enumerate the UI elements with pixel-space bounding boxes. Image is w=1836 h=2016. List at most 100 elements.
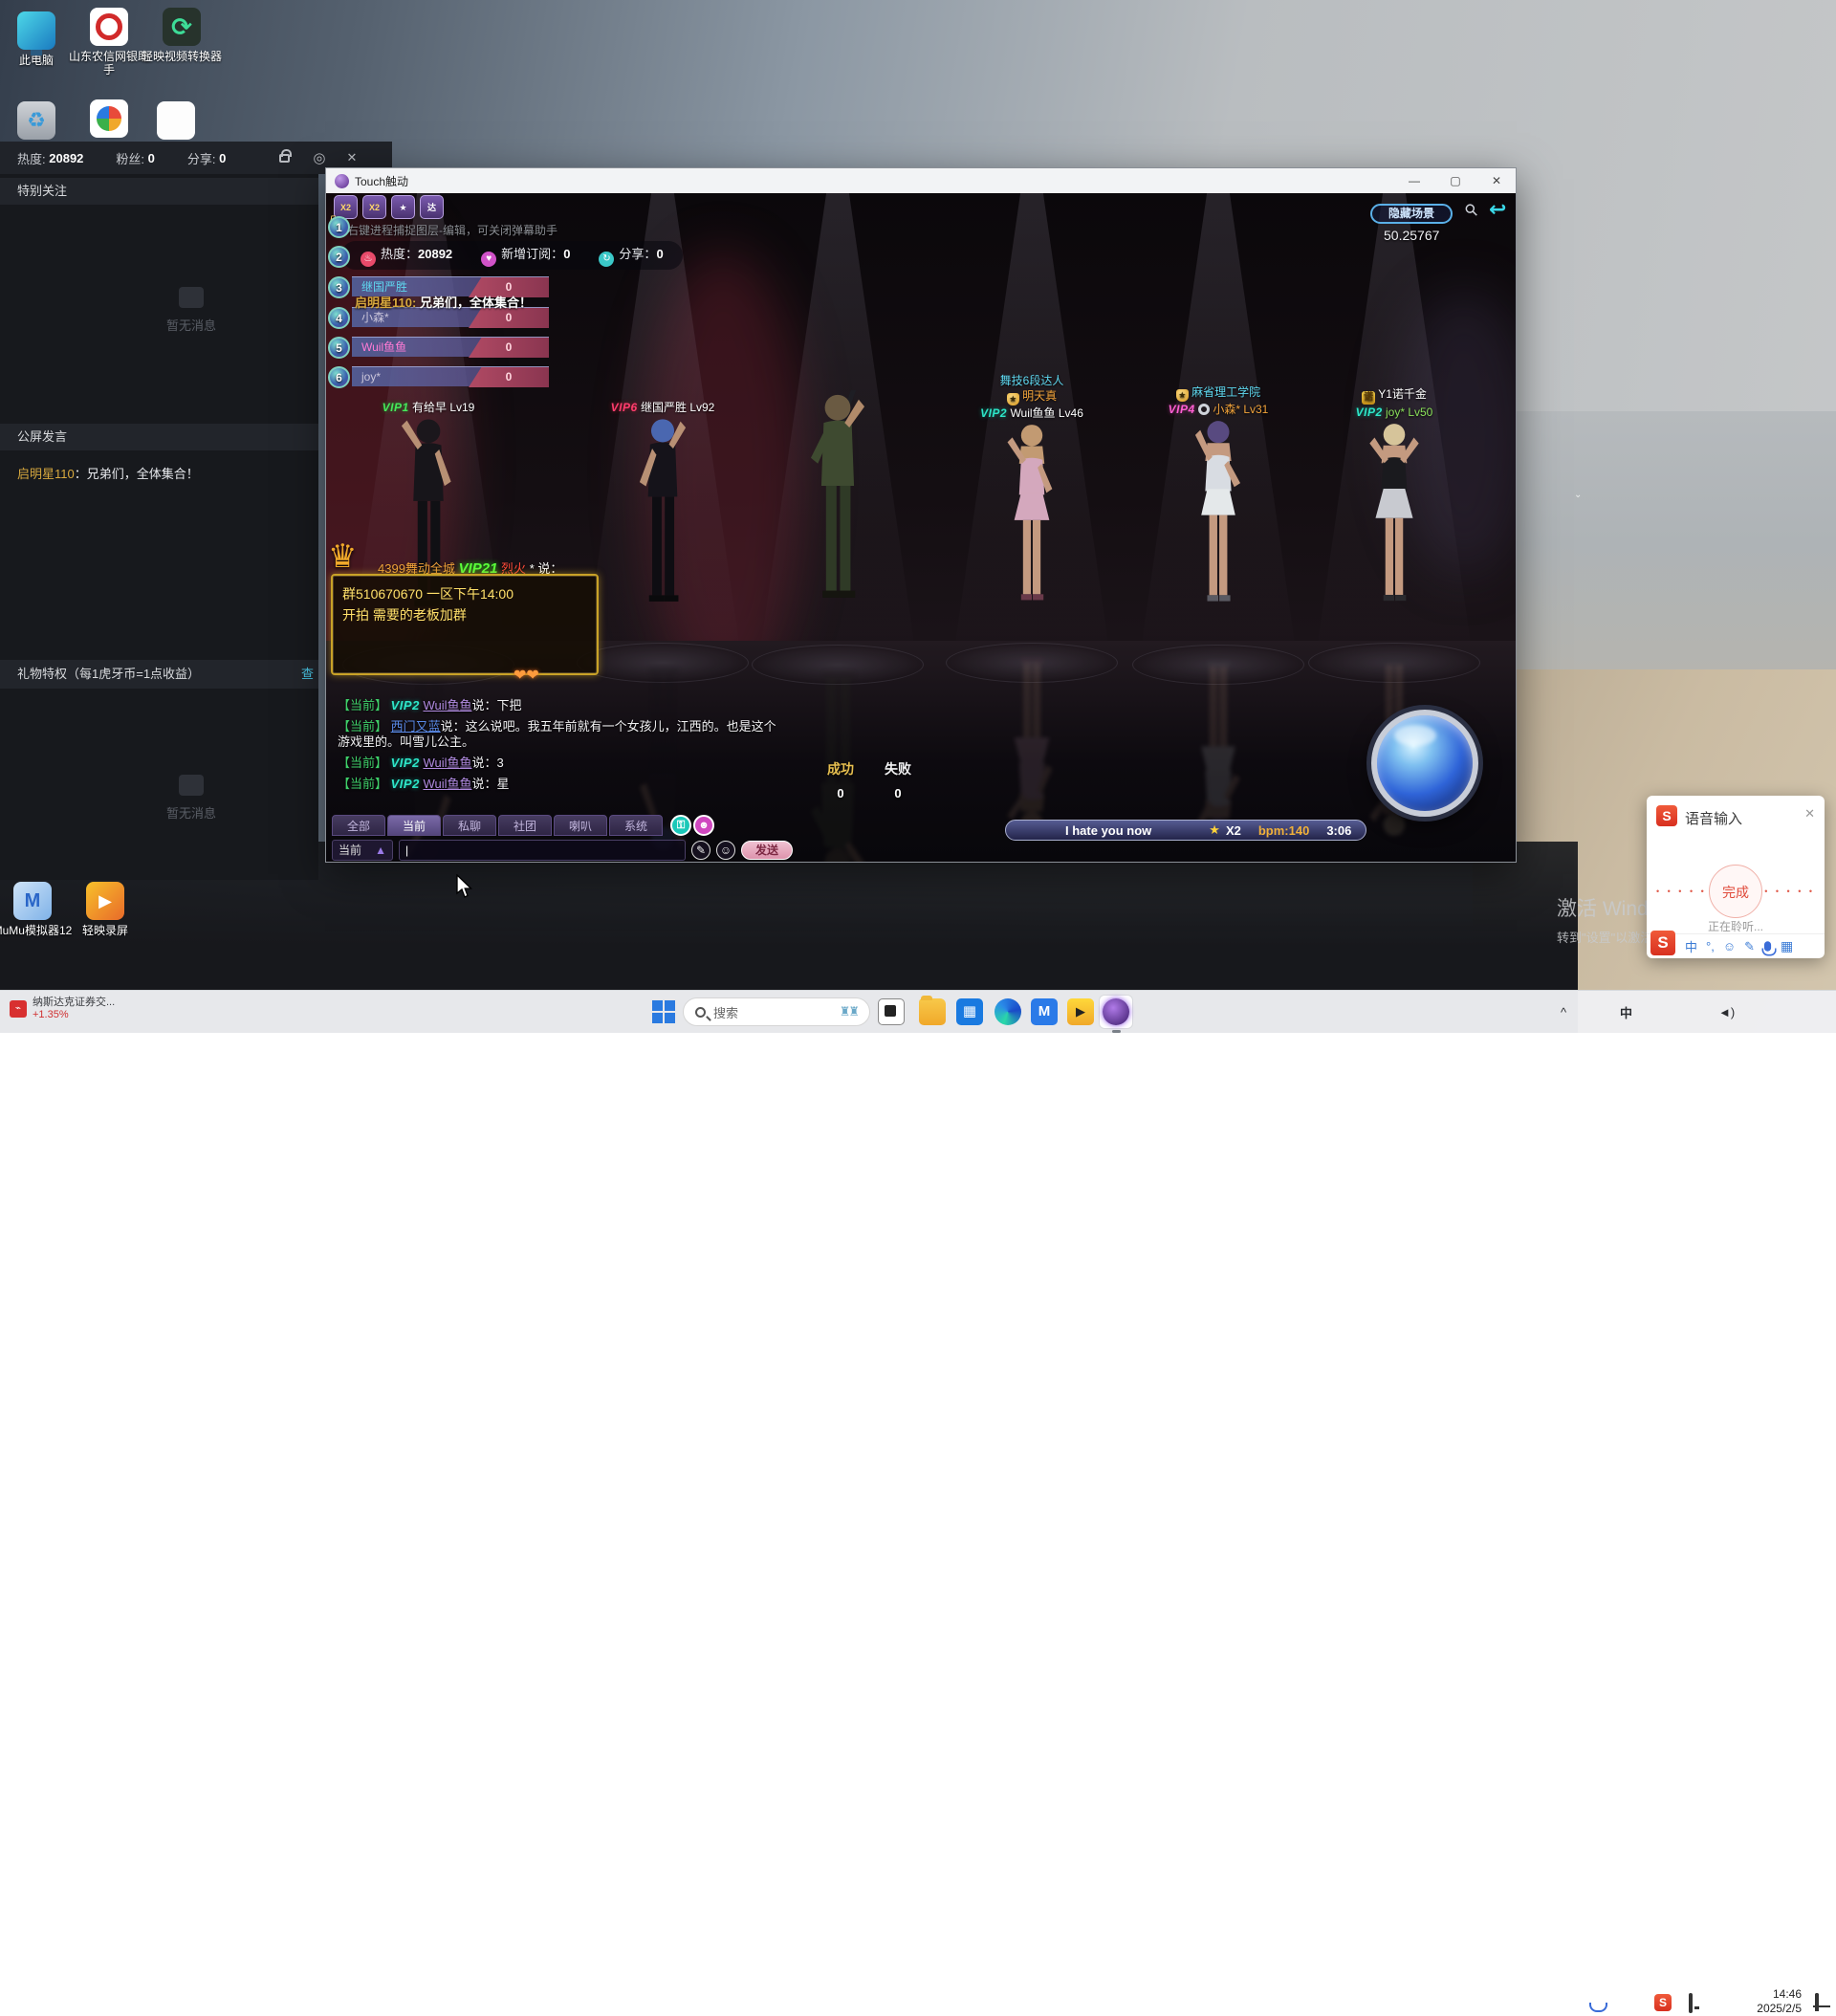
tray-network-icon[interactable] xyxy=(1689,1993,1693,2013)
return-arrow-icon[interactable]: ↩ xyxy=(1489,197,1506,222)
emoji-icon[interactable]: ☺ xyxy=(1723,939,1736,953)
fail-counter: 失败 0 xyxy=(877,759,919,800)
desktop-icon-document[interactable] xyxy=(136,101,216,140)
empty-text: 暂无消息 xyxy=(165,318,216,333)
punctuation-icon[interactable]: °, xyxy=(1706,939,1715,953)
start-button[interactable] xyxy=(650,998,677,1025)
rank-badge-5[interactable]: 5 xyxy=(328,337,350,359)
desktop-icon-this-pc[interactable]: 此电脑 xyxy=(0,11,76,67)
panel-close-icon[interactable]: ✕ xyxy=(346,150,357,165)
desktop-icon-video-converter[interactable]: 轻映视频转换器 xyxy=(142,8,222,63)
vip-badge: VIP2 xyxy=(390,777,420,791)
stock-widget[interactable]: ⌁ 纳斯达克证券交... +1.35% xyxy=(10,996,115,1021)
send-button[interactable]: 发送 xyxy=(741,841,793,860)
dancer-5[interactable]: ★ 麻省理工学院 VIP4 小森* Lv31 xyxy=(1147,384,1290,849)
minimize-button[interactable]: — xyxy=(1395,168,1433,193)
song-time: 3:06 xyxy=(1326,822,1352,838)
mumu-emulator-button[interactable]: M xyxy=(1031,998,1058,1025)
tab-current[interactable]: 当前 xyxy=(387,815,441,836)
desktop-icon-mumu[interactable]: MuMu模拟器12 xyxy=(0,882,73,937)
hide-scene-button[interactable]: 隐藏场景 xyxy=(1370,204,1453,224)
channel-selector[interactable]: 当前 ▲ xyxy=(332,840,393,861)
converter-icon xyxy=(163,8,201,46)
tab-system[interactable]: 系统 xyxy=(609,815,663,836)
bank-icon xyxy=(90,8,128,46)
rank-row[interactable]: Wuil鱼鱼 0 xyxy=(352,337,549,358)
ime-cn-icon[interactable]: 中 xyxy=(1685,937,1697,955)
chat-username[interactable]: Wuil鱼鱼 xyxy=(423,777,471,791)
fans-label: 粉丝: xyxy=(116,151,145,166)
notification-bell-icon[interactable] xyxy=(1815,1993,1819,2011)
dancer-badge: 麻省理工学院 xyxy=(1191,385,1261,399)
guild-shield-icon: ★ xyxy=(1175,389,1189,402)
desktop-icon-recycle-bin[interactable] xyxy=(0,101,76,140)
lock-icon[interactable] xyxy=(279,148,293,163)
taskbar: ⌁ 纳斯达克证券交... +1.35% 搜索 ♜♜ M ^ 中 S ◄) 14:… xyxy=(0,990,1836,2015)
rank-badge-2[interactable]: 2 xyxy=(328,246,350,268)
edge-browser-button[interactable] xyxy=(994,998,1021,1025)
buff-x2[interactable]: X2 xyxy=(362,195,386,219)
desktop-icon-bank-assistant[interactable]: 山东农信网银助手 xyxy=(69,8,149,77)
taskbar-search[interactable]: 搜索 ♜♜ xyxy=(683,997,870,1026)
emoji-icon[interactable]: ☺ xyxy=(716,841,735,860)
rank-badge-4[interactable]: 4 xyxy=(328,307,350,329)
touch-game-button[interactable] xyxy=(1103,998,1129,1025)
unlock-icon[interactable]: ⚿ xyxy=(670,815,691,836)
chat-username[interactable]: 西门又蓝 xyxy=(391,719,441,734)
rank-row[interactable]: joy* 0 xyxy=(352,366,549,387)
rank-badge-1[interactable]: 1 xyxy=(328,216,350,238)
voice-close-icon[interactable]: ✕ xyxy=(1804,806,1815,822)
fail-value: 0 xyxy=(894,786,902,800)
chat-input[interactable]: | xyxy=(399,840,686,861)
chat-line: 【当前】 VIP2 Wuil鱼鱼说：星 xyxy=(338,777,787,792)
tab-guild[interactable]: 社团 xyxy=(498,815,552,836)
maximize-button[interactable]: ▢ xyxy=(1436,168,1475,193)
buff-da[interactable]: 达 xyxy=(420,195,444,219)
clock-date: 2025/2/5 xyxy=(1757,2002,1802,2015)
tray-sogou-icon[interactable]: S xyxy=(1654,1994,1672,2011)
huya-app-button[interactable] xyxy=(1067,998,1094,1025)
done-button[interactable]: 完成 xyxy=(1709,865,1762,918)
file-explorer-button[interactable] xyxy=(919,996,946,1025)
buff-star[interactable]: ★ xyxy=(391,195,415,219)
pen-icon[interactable]: ✎ xyxy=(1744,939,1755,954)
desktop-icon-screen-recorder[interactable]: 轻映录屏 xyxy=(65,882,145,937)
task-view-button[interactable] xyxy=(878,998,905,1025)
vip-badge: VIP4 xyxy=(1168,403,1195,416)
chat-tabs: 全部 当前 私聊 社团 喇叭 系统 ⚿ ☻ xyxy=(332,815,714,836)
rank-badge-3[interactable]: 3 xyxy=(328,276,350,298)
wrench-icon[interactable]: ⚲ xyxy=(1461,200,1483,222)
tray-ime-icon[interactable]: 中 xyxy=(1620,991,1632,1034)
rank-badge-6[interactable]: 6 xyxy=(328,366,350,388)
chat-username[interactable]: 启明星110 xyxy=(17,467,75,481)
tab-all[interactable]: 全部 xyxy=(332,815,385,836)
ring-icon xyxy=(1197,404,1210,415)
chat-username[interactable]: Wuil鱼鱼 xyxy=(423,756,471,770)
public-chat-message: 启明星110：兄弟们，全体集合！ xyxy=(17,464,199,482)
close-button[interactable]: ✕ xyxy=(1477,168,1516,193)
record-target-icon[interactable]: ◎ xyxy=(313,149,325,166)
song-bpm: bpm:140 xyxy=(1257,822,1310,838)
profile-icon[interactable]: ☻ xyxy=(693,815,714,836)
share-icon: ↻ xyxy=(599,252,615,267)
voice-panel-title: 语音输入 xyxy=(1685,811,1743,827)
ms-store-button[interactable] xyxy=(956,998,983,1025)
dance-action-button[interactable] xyxy=(1371,710,1478,817)
game-title-bar[interactable]: Touch触动 — ▢ ✕ xyxy=(326,168,1516,193)
success-value: 0 xyxy=(837,786,844,800)
tab-private[interactable]: 私聊 xyxy=(443,815,496,836)
share-value: 0 xyxy=(656,247,664,261)
dancer-figure xyxy=(639,419,687,602)
dancer-4[interactable]: 舞技6段达人 ★ 明天真 VIP2 Wuil鱼鱼 Lv46 xyxy=(960,373,1104,842)
tray-chevron[interactable]: ^ xyxy=(1561,991,1566,1034)
chat-username[interactable]: Wuil鱼鱼 xyxy=(423,698,471,712)
voice-toolbar: S 中 °, ☺ ✎ ▦ xyxy=(1647,931,1825,958)
taskbar-clock[interactable]: 14:46 2025/2/5 xyxy=(1748,1987,1802,2016)
tray-speaker-icon[interactable]: ◄) xyxy=(1718,991,1735,1034)
tab-horn[interactable]: 喇叭 xyxy=(554,815,607,836)
pen-icon[interactable]: ✎ xyxy=(691,841,710,860)
dancer-name: joy* Lv50 xyxy=(1385,405,1433,419)
gift-view-link[interactable]: 查看 xyxy=(301,660,318,689)
grid-icon[interactable]: ▦ xyxy=(1781,938,1793,954)
mic-icon[interactable] xyxy=(1761,941,1777,956)
